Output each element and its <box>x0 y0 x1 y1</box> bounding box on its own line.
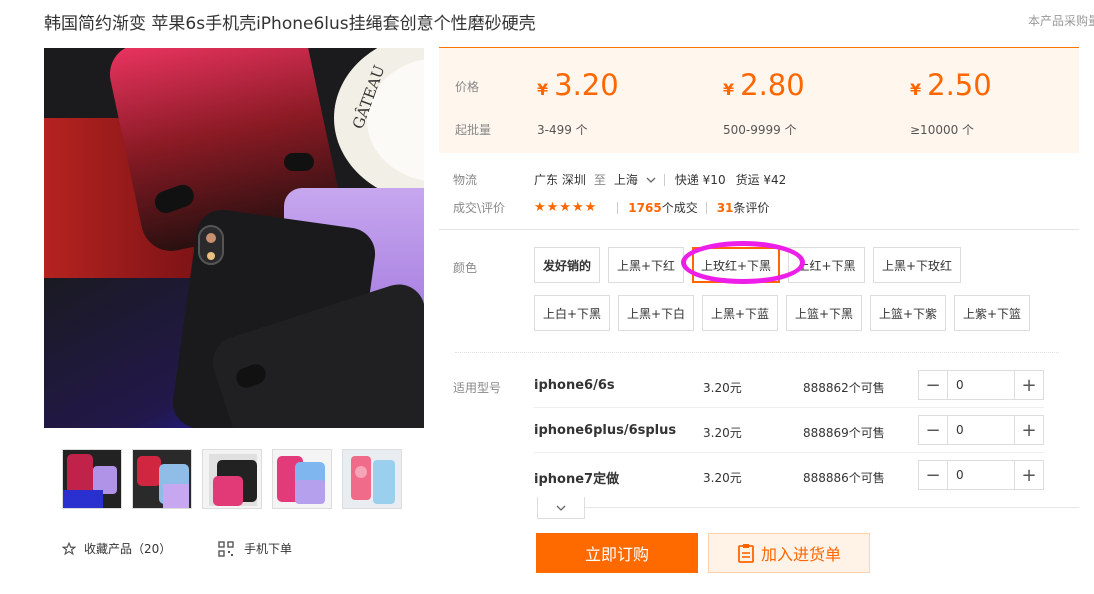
color-option[interactable]: 上紫+下篮 <box>954 295 1030 331</box>
reviews-count-link[interactable]: 31条评价 <box>717 199 770 216</box>
decrement-button[interactable]: − <box>919 461 947 489</box>
trade-info: ★★★★★ 1765个成交 31条评价 <box>534 199 769 216</box>
models-label: 适用型号 <box>453 381 502 395</box>
to-word: 至 <box>593 173 606 187</box>
mobile-order-button[interactable]: 手机下单 <box>218 540 292 557</box>
tier-range: 3-499 个 <box>537 123 588 137</box>
divider <box>439 229 1079 230</box>
tier-price: ¥2.50 <box>910 68 992 102</box>
separator <box>705 201 707 214</box>
sku-name: iphone7定做 <box>534 472 620 487</box>
star-outline-icon <box>62 541 76 555</box>
increment-button[interactable]: + <box>1015 461 1043 489</box>
sku-name: iphone6/6s <box>534 378 615 393</box>
add-to-cart-label: 加入进货单 <box>760 545 841 564</box>
tier-price-value: 3.20 <box>554 68 619 102</box>
color-option[interactable]: 上篮+下黑 <box>786 295 862 331</box>
decrement-button[interactable]: − <box>919 416 947 444</box>
increment-button[interactable]: + <box>1015 371 1043 399</box>
divider <box>537 507 1079 508</box>
color-option[interactable]: 上黑+下玫红 <box>873 247 961 283</box>
quantity-stepper: − 0 + <box>918 415 1044 445</box>
color-option[interactable]: 上黑+下蓝 <box>702 295 778 331</box>
separator <box>617 201 619 214</box>
destination-select[interactable]: 上海 <box>614 171 656 188</box>
price-panel: 价格 起批量 ¥3.20 3-499 个 ¥2.80 500-9999 个 ¥2… <box>439 47 1079 153</box>
color-option[interactable]: 发好销的 <box>534 247 600 283</box>
color-option-selected[interactable]: 上玫红+下黑 <box>692 247 780 283</box>
color-option[interactable]: 上红+下黑 <box>788 247 865 283</box>
sku-stock: 888869个可售 <box>803 426 885 440</box>
expand-more-button[interactable] <box>537 497 585 519</box>
color-label: 颜色 <box>453 261 478 275</box>
sku-price: 3.20元 <box>703 471 742 485</box>
buy-now-button[interactable]: 立即订购 <box>536 533 698 573</box>
row-divider <box>534 452 1044 453</box>
sku-stock: 888886个可售 <box>803 471 885 485</box>
increment-button[interactable]: + <box>1015 416 1043 444</box>
moq-label: 起批量 <box>455 123 492 137</box>
row-divider <box>534 407 1044 408</box>
reviews-suffix: 条评价 <box>733 201 770 215</box>
ship-from: 广东 深圳 <box>534 173 586 187</box>
logistics-info: 广东 深圳 至 上海 快递 ¥10 货运 ¥42 <box>534 171 786 188</box>
deals-count: 1765 <box>628 201 662 215</box>
separator <box>663 173 665 186</box>
decrement-button[interactable]: − <box>919 371 947 399</box>
currency-symbol: ¥ <box>910 80 922 99</box>
thumbnail[interactable] <box>62 449 122 509</box>
color-option[interactable]: 上黑+下白 <box>618 295 694 331</box>
main-product-image: GÂTEAU <box>44 48 424 428</box>
tier-price-value: 2.50 <box>927 68 992 102</box>
chevron-down-icon <box>646 177 656 183</box>
sku-price: 3.20元 <box>703 426 742 440</box>
currency-symbol: ¥ <box>537 80 549 99</box>
trade-label: 成交\评价 <box>453 201 506 215</box>
sku-stock: 888862个可售 <box>803 381 885 395</box>
reviews-count: 31 <box>716 201 734 215</box>
thumbnail-strip <box>62 449 402 509</box>
chevron-down-icon <box>556 505 566 511</box>
thumbnail[interactable] <box>272 449 332 509</box>
express-fee: 快递 ¥10 <box>674 173 726 187</box>
product-title: 韩国简约渐变 苹果6s手机壳iPhone6lus挂绳套创意个性磨砂硬壳 <box>44 14 536 34</box>
favorite-label: 收藏产品（20） <box>84 542 172 556</box>
favorite-product-button[interactable]: 收藏产品（20） <box>62 540 171 557</box>
thumbnail[interactable] <box>202 449 262 509</box>
phone-cases-photo: GÂTEAU <box>44 48 424 428</box>
sku-name: iphone6plus/6splus <box>534 423 677 438</box>
deals-suffix: 个成交 <box>661 201 698 215</box>
purchase-volume-note: 本产品采购量 <box>1028 14 1094 28</box>
currency-symbol: ¥ <box>723 80 735 99</box>
quantity-stepper: − 0 + <box>918 460 1044 490</box>
destination-value: 上海 <box>613 173 638 187</box>
tier-range: ≥10000 个 <box>910 123 975 137</box>
add-to-cart-button[interactable]: 加入进货单 <box>708 533 870 573</box>
sku-price: 3.20元 <box>703 381 742 395</box>
logistics-label: 物流 <box>453 173 478 187</box>
quantity-input[interactable]: 0 <box>947 461 1015 489</box>
quantity-stepper: − 0 + <box>918 370 1044 400</box>
rating-stars-icon: ★★★★★ <box>534 200 598 215</box>
price-label: 价格 <box>455 80 480 94</box>
clipboard-icon <box>738 544 754 563</box>
thumbnail[interactable] <box>342 449 402 509</box>
tier-price: ¥3.20 <box>537 68 619 102</box>
tier-price-value: 2.80 <box>740 68 805 102</box>
thumbnail[interactable] <box>132 449 192 509</box>
qr-code-icon <box>218 540 234 557</box>
quantity-input[interactable]: 0 <box>947 416 1015 444</box>
color-option[interactable]: 上黑+下红 <box>608 247 684 283</box>
quantity-input[interactable]: 0 <box>947 371 1015 399</box>
color-option[interactable]: 上白+下黑 <box>534 295 610 331</box>
mobile-order-label: 手机下单 <box>244 542 293 556</box>
deals-count-link[interactable]: 1765个成交 <box>628 199 697 216</box>
dotted-divider <box>455 352 1059 353</box>
tier-range: 500-9999 个 <box>723 123 797 137</box>
tier-price: ¥2.80 <box>723 68 805 102</box>
freight-fee: 货运 ¥42 <box>735 173 787 187</box>
color-option[interactable]: 上篮+下紫 <box>870 295 946 331</box>
